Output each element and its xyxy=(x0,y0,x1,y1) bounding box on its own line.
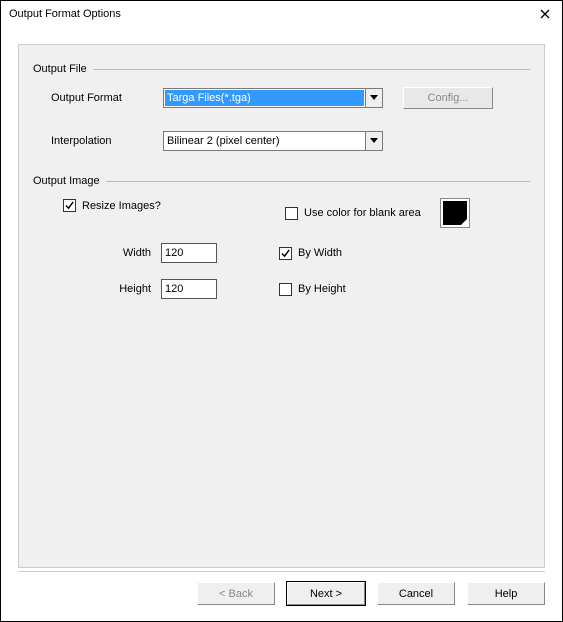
close-icon xyxy=(540,9,550,19)
output-format-select[interactable]: Targa Files(*.tga) xyxy=(163,88,383,108)
check-icon xyxy=(281,249,290,258)
dropdown-arrow-button[interactable] xyxy=(365,132,382,150)
height-input[interactable] xyxy=(161,279,217,299)
output-image-label: Output Image xyxy=(33,175,106,187)
output-file-header: Output File xyxy=(33,63,530,75)
cancel-button[interactable]: Cancel xyxy=(377,582,455,605)
output-format-row: Output Format Targa Files(*.tga) Config.… xyxy=(33,87,530,109)
width-row: Width By Width xyxy=(33,243,530,263)
output-image-body: Resize Images? Use color for blank area … xyxy=(33,187,530,299)
interpolation-value: Bilinear 2 (pixel center) xyxy=(164,132,365,150)
window-title: Output Format Options xyxy=(9,8,121,20)
next-button[interactable]: Next > xyxy=(287,582,365,605)
output-image-header: Output Image xyxy=(33,175,530,187)
check-icon xyxy=(65,201,74,210)
divider xyxy=(106,181,530,182)
resize-checkbox[interactable] xyxy=(63,199,76,212)
divider xyxy=(93,69,530,70)
chevron-down-icon xyxy=(370,95,378,101)
width-label: Width xyxy=(93,247,161,259)
help-button[interactable]: Help xyxy=(467,582,545,605)
height-row: Height By Height xyxy=(33,279,530,299)
back-button[interactable]: < Back xyxy=(197,582,275,605)
blank-color-label: Use color for blank area xyxy=(304,207,421,219)
by-height-checkbox[interactable] xyxy=(279,283,292,296)
chevron-down-icon xyxy=(370,138,378,144)
dialog-content: Output File Output Format Targa Files(*.… xyxy=(18,44,545,568)
interpolation-select[interactable]: Bilinear 2 (pixel center) xyxy=(163,131,383,151)
footer: < Back Next > Cancel Help xyxy=(18,571,545,611)
interpolation-row: Interpolation Bilinear 2 (pixel center) xyxy=(33,131,530,151)
interpolation-label: Interpolation xyxy=(33,135,163,147)
by-width-checkbox[interactable] xyxy=(279,247,292,260)
resize-row: Resize Images? Use color for blank area xyxy=(33,199,530,227)
blank-color-checkbox[interactable] xyxy=(285,207,298,220)
close-button[interactable] xyxy=(534,5,556,23)
blank-color-swatch[interactable] xyxy=(441,199,469,227)
output-format-label: Output Format xyxy=(33,92,163,104)
resize-label: Resize Images? xyxy=(82,200,161,212)
by-width-label: By Width xyxy=(298,247,342,259)
output-file-label: Output File xyxy=(33,63,93,75)
config-button[interactable]: Config... xyxy=(403,87,493,109)
width-input[interactable] xyxy=(161,243,217,263)
dropdown-arrow-button[interactable] xyxy=(365,89,382,107)
titlebar: Output Format Options xyxy=(1,1,562,27)
height-label: Height xyxy=(93,283,161,295)
by-height-label: By Height xyxy=(298,283,346,295)
output-format-value: Targa Files(*.tga) xyxy=(165,90,364,106)
